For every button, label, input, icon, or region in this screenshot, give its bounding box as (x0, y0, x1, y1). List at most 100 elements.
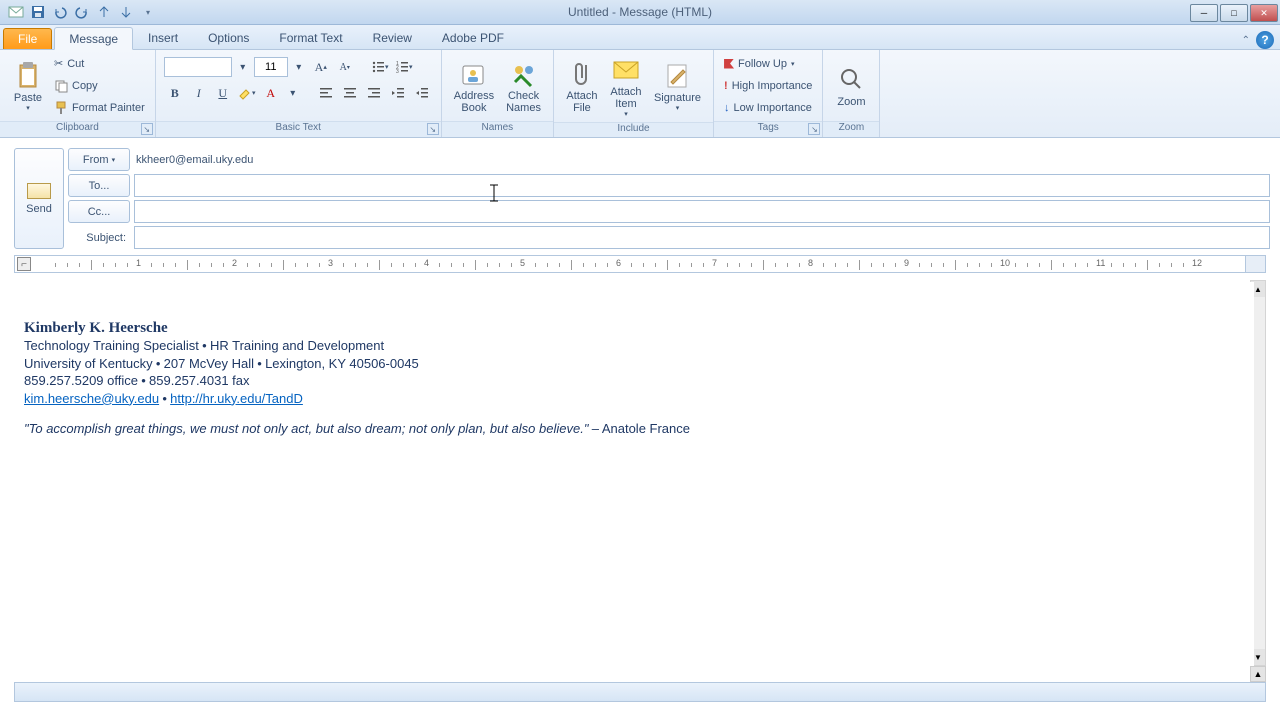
redo-icon[interactable] (72, 2, 92, 22)
attach-item-button[interactable]: AttachItem▾ (604, 52, 648, 120)
minimize-ribbon-icon[interactable]: ⌃ (1242, 35, 1250, 46)
align-center-icon[interactable] (339, 82, 361, 104)
ruler-options[interactable] (1245, 256, 1265, 272)
cut-button[interactable]: ✂Cut (50, 53, 149, 75)
font-color-dropdown-icon[interactable]: ▾ (284, 84, 302, 102)
zoom-button[interactable]: Zoom (829, 52, 873, 119)
tab-insert[interactable]: Insert (133, 26, 193, 49)
signature-url-link[interactable]: http://hr.uky.edu/TandD (170, 391, 303, 406)
subject-label: Subject: (68, 232, 130, 244)
cc-button[interactable]: Cc... (68, 200, 130, 223)
send-envelope-icon (27, 183, 51, 199)
bullets-icon[interactable]: ▾ (369, 56, 391, 78)
tab-options[interactable]: Options (193, 26, 264, 49)
group-names: AddressBook CheckNames Names (442, 50, 554, 137)
minimize-button[interactable]: ─ (1190, 4, 1218, 22)
paste-label: Paste (14, 92, 42, 104)
next-item-icon[interactable] (116, 2, 136, 22)
message-header: Send From ▾ kkheer0@email.uky.edu To... … (0, 138, 1280, 251)
from-value: kkheer0@email.uky.edu (134, 154, 1270, 166)
status-bar (14, 682, 1266, 702)
group-clipboard-label: Clipboard (56, 122, 99, 133)
signature-email-link[interactable]: kim.heersche@uky.edu (24, 391, 159, 406)
ruler-number: 2 (232, 258, 237, 268)
ruler: ⌐ 123456789101112 (14, 255, 1266, 273)
copy-button[interactable]: Copy (50, 75, 149, 97)
ruler-number: 12 (1192, 258, 1202, 268)
subject-field[interactable] (134, 226, 1270, 249)
paste-button[interactable]: Paste ▾ (6, 52, 50, 119)
tab-selector[interactable]: ⌐ (17, 257, 31, 271)
signature-role-line: Technology Training Specialist • HR Trai… (24, 337, 1244, 355)
close-button[interactable]: ✕ (1250, 4, 1278, 22)
tab-message[interactable]: Message (54, 27, 133, 50)
qat-customize-icon[interactable]: ▾ (138, 2, 158, 22)
paintbrush-icon (54, 101, 68, 115)
from-button[interactable]: From ▾ (68, 148, 130, 171)
clipboard-launcher[interactable]: ↘ (141, 123, 153, 135)
highlight-icon[interactable]: ▾ (236, 82, 258, 104)
undo-icon[interactable] (50, 2, 70, 22)
signature-button[interactable]: Signature▾ (648, 52, 707, 120)
previous-item-icon[interactable] (94, 2, 114, 22)
app-icon[interactable] (6, 2, 26, 22)
font-size-dropdown-icon[interactable]: ▾ (290, 58, 308, 76)
font-size-input[interactable] (254, 57, 288, 77)
ruler-number: 11 (1096, 258, 1105, 268)
group-zoom: Zoom Zoom (823, 50, 880, 137)
italic-icon[interactable]: I (188, 82, 210, 104)
grow-font-icon[interactable]: A▴ (310, 56, 332, 78)
tab-format-text[interactable]: Format Text (264, 26, 357, 49)
ruler-number: 8 (808, 258, 813, 268)
numbering-icon[interactable]: 123▾ (393, 56, 415, 78)
low-importance-button[interactable]: ↓Low Importance (720, 97, 816, 119)
address-book-button[interactable]: AddressBook (448, 52, 500, 119)
scissors-icon: ✂ (54, 57, 63, 70)
attach-file-button[interactable]: AttachFile (560, 52, 604, 120)
follow-up-button[interactable]: Follow Up▾ (720, 53, 816, 75)
group-clipboard: Paste ▾ ✂Cut Copy Format Painter Clipboa… (0, 50, 156, 137)
group-names-label: Names (482, 122, 514, 133)
to-field[interactable] (134, 174, 1270, 197)
ruler-number: 6 (616, 258, 621, 268)
font-name-dropdown-icon[interactable]: ▾ (234, 58, 252, 76)
check-names-button[interactable]: CheckNames (500, 52, 547, 119)
ruler-number: 9 (904, 258, 909, 268)
bold-icon[interactable]: B (164, 82, 186, 104)
basic-text-launcher[interactable]: ↘ (427, 123, 439, 135)
tags-launcher[interactable]: ↘ (808, 123, 820, 135)
tab-review[interactable]: Review (358, 26, 427, 49)
horizontal-ruler[interactable]: ⌐ 123456789101112 (14, 255, 1266, 273)
font-name-input[interactable] (164, 57, 232, 77)
svg-text:3: 3 (396, 69, 399, 74)
ruler-number: 7 (712, 258, 717, 268)
maximize-button[interactable]: □ (1220, 4, 1248, 22)
group-tags: Follow Up▾ !High Importance ↓Low Importa… (714, 50, 823, 137)
tab-adobe-pdf[interactable]: Adobe PDF (427, 26, 519, 49)
font-color-icon[interactable]: A (260, 82, 282, 104)
save-icon[interactable] (28, 2, 48, 22)
shrink-font-icon[interactable]: A▾ (334, 56, 356, 78)
title-bar: ▾ Untitled - Message (HTML) ─ □ ✕ (0, 0, 1280, 25)
decrease-indent-icon[interactable] (387, 82, 409, 104)
message-body[interactable]: Kimberly K. Heersche Technology Training… (14, 282, 1254, 666)
quick-access-toolbar: ▾ (0, 2, 158, 22)
align-right-icon[interactable] (363, 82, 385, 104)
align-left-icon[interactable] (315, 82, 337, 104)
underline-icon[interactable]: U (212, 82, 234, 104)
signature-name: Kimberly K. Heersche (24, 320, 1244, 337)
to-button[interactable]: To... (68, 174, 130, 197)
expand-corner-icon[interactable]: ▲ (1250, 666, 1266, 682)
help-icon[interactable]: ? (1256, 31, 1274, 49)
tab-file[interactable]: File (3, 28, 52, 49)
format-painter-button[interactable]: Format Painter (50, 97, 149, 119)
send-button[interactable]: Send (14, 148, 64, 249)
increase-indent-icon[interactable] (411, 82, 433, 104)
group-basic-text: ▾ ▾ A▴ A▾ ▾ 123▾ B I U ▾ A ▾ (156, 50, 442, 137)
group-include-label: Include (617, 123, 649, 134)
group-tags-label: Tags (758, 122, 779, 133)
signature-address-line: University of Kentucky • 207 McVey Hall … (24, 355, 1244, 373)
cc-field[interactable] (134, 200, 1270, 223)
signature-phone-line: 859.257.5209 office • 859.257.4031 fax (24, 372, 1244, 390)
high-importance-button[interactable]: !High Importance (720, 75, 816, 97)
